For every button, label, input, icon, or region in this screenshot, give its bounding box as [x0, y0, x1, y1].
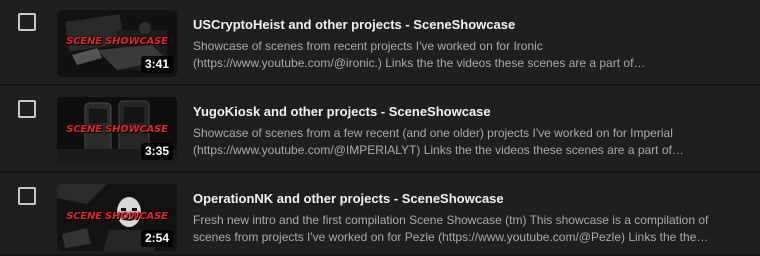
row-divider: [0, 171, 760, 173]
description-line: Showcase of scenes from recent projects …: [193, 39, 543, 53]
video-row: SCENE SHOWCASE 2:54 OperationNK and othe…: [0, 174, 760, 256]
thumbnail-title: SCENE SHOWCASE: [66, 211, 168, 222]
thumbnail-title: SCENE SHOWCASE: [66, 124, 168, 135]
video-title[interactable]: OperationNK and other projects - SceneSh…: [193, 191, 504, 206]
video-thumbnail[interactable]: SCENE SHOWCASE 2:54: [57, 184, 177, 251]
duration-badge: 2:54: [140, 230, 173, 247]
description-line: scenes from projects I've worked on for …: [193, 230, 709, 244]
duration-badge: 3:41: [140, 56, 173, 73]
description-line: Fresh new intro and the first compilatio…: [193, 213, 709, 227]
select-checkbox[interactable]: [18, 100, 36, 118]
video-title[interactable]: USCryptoHeist and other projects - Scene…: [193, 17, 515, 32]
select-checkbox[interactable]: [18, 13, 36, 31]
select-checkbox[interactable]: [18, 187, 36, 205]
video-row: SCENE SHOWCASE 3:35 YugoKiosk and other …: [0, 87, 760, 170]
video-thumbnail[interactable]: SCENE SHOWCASE 3:41: [57, 10, 177, 77]
video-description: Showcase of scenes from a few recent (an…: [193, 125, 738, 159]
description-line: (https://www.youtube.com/@ironic.) Links…: [193, 56, 646, 70]
video-description: Showcase of scenes from recent projects …: [193, 38, 738, 72]
description-line: Showcase of scenes from a few recent (an…: [193, 126, 673, 140]
description-line: (https://www.youtube.com/@IMPERIALYT) Li…: [193, 143, 684, 157]
video-row: SCENE SHOWCASE 3:41 USCryptoHeist and ot…: [0, 0, 760, 83]
row-divider: [0, 84, 760, 86]
video-title[interactable]: YugoKiosk and other projects - SceneShow…: [193, 104, 491, 119]
video-list: SCENE SHOWCASE 3:41 USCryptoHeist and ot…: [0, 0, 760, 256]
video-thumbnail[interactable]: SCENE SHOWCASE 3:35: [57, 97, 177, 164]
duration-badge: 3:35: [140, 143, 173, 160]
thumbnail-title: SCENE SHOWCASE: [66, 36, 168, 47]
video-description: Fresh new intro and the first compilatio…: [193, 212, 738, 246]
